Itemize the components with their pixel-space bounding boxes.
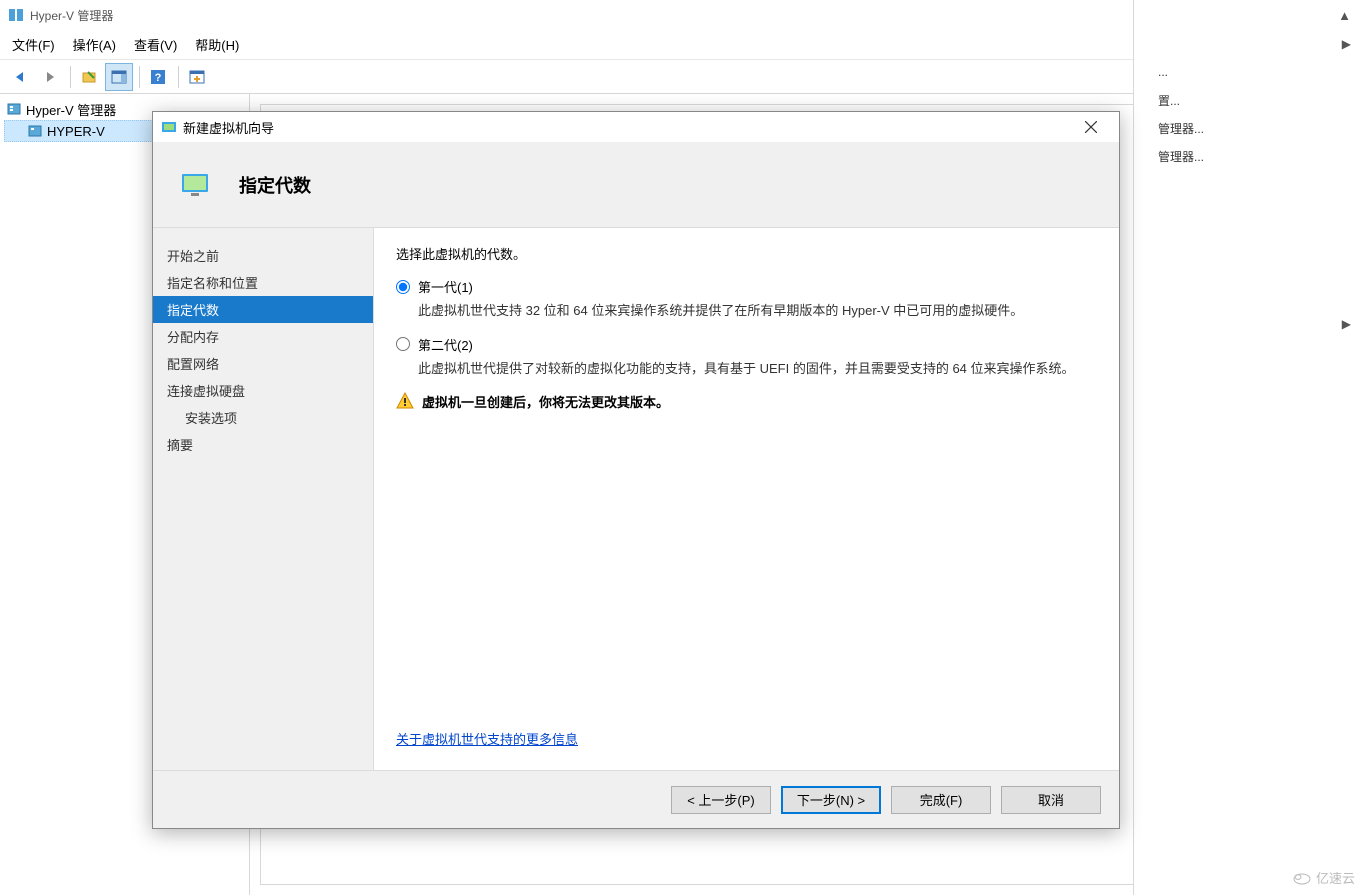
dialog-body: 开始之前 指定名称和位置 指定代数 分配内存 配置网络 连接虚拟硬盘 安装选项 … <box>153 228 1119 770</box>
main-window: Hyper-V 管理器 文件(F) 操作(A) 查看(V) 帮助(H) ? Hy… <box>0 0 1363 895</box>
new-vm-wizard-dialog: 新建虚拟机向导 指定代数 开始之前 指定名称和位置 指定代数 分配内存 配置网络… <box>152 111 1120 829</box>
back-button[interactable] <box>6 63 34 91</box>
gen1-radio[interactable] <box>396 280 410 294</box>
toolbar-separator <box>70 66 71 88</box>
nav-disk[interactable]: 连接虚拟硬盘 <box>153 377 373 404</box>
action-item[interactable]: 置... <box>1134 86 1363 114</box>
nav-install[interactable]: 安装选项 <box>153 404 373 431</box>
svg-text:?: ? <box>155 72 162 84</box>
dialog-header-title: 指定代数 <box>239 172 311 198</box>
action-item[interactable]: ... <box>1134 58 1363 86</box>
wizard-content: 选择此虚拟机的代数。 第一代(1) 此虚拟机世代支持 32 位和 64 位来宾操… <box>373 228 1119 770</box>
nav-memory[interactable]: 分配内存 <box>153 323 373 350</box>
warning-icon <box>396 392 414 410</box>
chevron-right-icon: ▶ <box>1342 37 1351 51</box>
dialog-footer: < 上一步(P) 下一步(N) > 完成(F) 取消 <box>153 770 1119 828</box>
intro-text: 选择此虚拟机的代数。 <box>396 244 1097 263</box>
wizard-icon <box>161 119 177 135</box>
tree-child-label: HYPER-V <box>47 124 105 139</box>
toolbar-separator <box>178 66 179 88</box>
tool-help-icon[interactable]: ? <box>144 63 172 91</box>
wizard-nav: 开始之前 指定名称和位置 指定代数 分配内存 配置网络 连接虚拟硬盘 安装选项 … <box>153 228 373 770</box>
toolbar-separator <box>139 66 140 88</box>
gen2-description: 此虚拟机世代提供了对较新的虚拟化功能的支持，具有基于 UEFI 的固件，并且需要… <box>418 359 1097 379</box>
menu-help[interactable]: 帮助(H) <box>195 35 239 54</box>
gen1-radio-row[interactable]: 第一代(1) <box>396 277 1097 296</box>
tool-panel-icon[interactable] <box>105 63 133 91</box>
monitor-icon <box>181 173 209 197</box>
prev-button[interactable]: < 上一步(P) <box>671 786 771 814</box>
gen2-radio-row[interactable]: 第二代(2) <box>396 335 1097 354</box>
menu-action[interactable]: 操作(A) <box>73 35 116 54</box>
gen2-label: 第二代(2) <box>418 335 473 354</box>
dialog-close-button[interactable] <box>1071 112 1111 142</box>
nav-network[interactable]: 配置网络 <box>153 350 373 377</box>
warning-row: 虚拟机一旦创建后，你将无法更改其版本。 <box>396 392 1097 411</box>
tool-view-icon[interactable] <box>183 63 211 91</box>
dialog-title: 新建虚拟机向导 <box>183 118 1071 137</box>
action-panel: ▲ ▶ ... 置... 管理器... 管理器... ▶ <box>1133 0 1363 895</box>
watermark: 亿速云 <box>1292 868 1355 887</box>
action-header[interactable]: ▲ <box>1134 0 1363 30</box>
dialog-titlebar: 新建虚拟机向导 <box>153 112 1119 142</box>
gen2-radio[interactable] <box>396 337 410 351</box>
action-item[interactable]: 管理器... <box>1134 142 1363 170</box>
finish-button[interactable]: 完成(F) <box>891 786 991 814</box>
tool-folder-icon[interactable] <box>75 63 103 91</box>
chevron-right-icon: ▶ <box>1342 317 1351 331</box>
menu-file[interactable]: 文件(F) <box>12 35 55 54</box>
nav-before-start[interactable]: 开始之前 <box>153 242 373 269</box>
window-title: Hyper-V 管理器 <box>30 7 1217 24</box>
gen1-label: 第一代(1) <box>418 277 473 296</box>
app-icon <box>8 7 24 23</box>
nav-generation[interactable]: 指定代数 <box>153 296 373 323</box>
tree-root-label: Hyper-V 管理器 <box>26 100 116 119</box>
cloud-icon <box>1292 871 1312 885</box>
server-icon <box>27 123 43 139</box>
action-item[interactable]: 管理器... <box>1134 114 1363 142</box>
gen1-description: 此虚拟机世代支持 32 位和 64 位来宾操作系统并提供了在所有早期版本的 Hy… <box>418 301 1097 321</box>
collapse-arrow-icon: ▲ <box>1338 8 1351 23</box>
more-info-link[interactable]: 关于虚拟机世代支持的更多信息 <box>396 729 578 748</box>
cancel-button[interactable]: 取消 <box>1001 786 1101 814</box>
server-manager-icon <box>6 101 22 117</box>
next-button[interactable]: 下一步(N) > <box>781 786 881 814</box>
nav-name-location[interactable]: 指定名称和位置 <box>153 269 373 296</box>
action-item[interactable]: ▶ <box>1134 30 1363 58</box>
forward-button[interactable] <box>36 63 64 91</box>
menu-view[interactable]: 查看(V) <box>134 35 177 54</box>
warning-text: 虚拟机一旦创建后，你将无法更改其版本。 <box>422 392 669 411</box>
nav-summary[interactable]: 摘要 <box>153 431 373 458</box>
action-item[interactable]: ▶ <box>1134 310 1363 338</box>
dialog-header: 指定代数 <box>153 142 1119 228</box>
